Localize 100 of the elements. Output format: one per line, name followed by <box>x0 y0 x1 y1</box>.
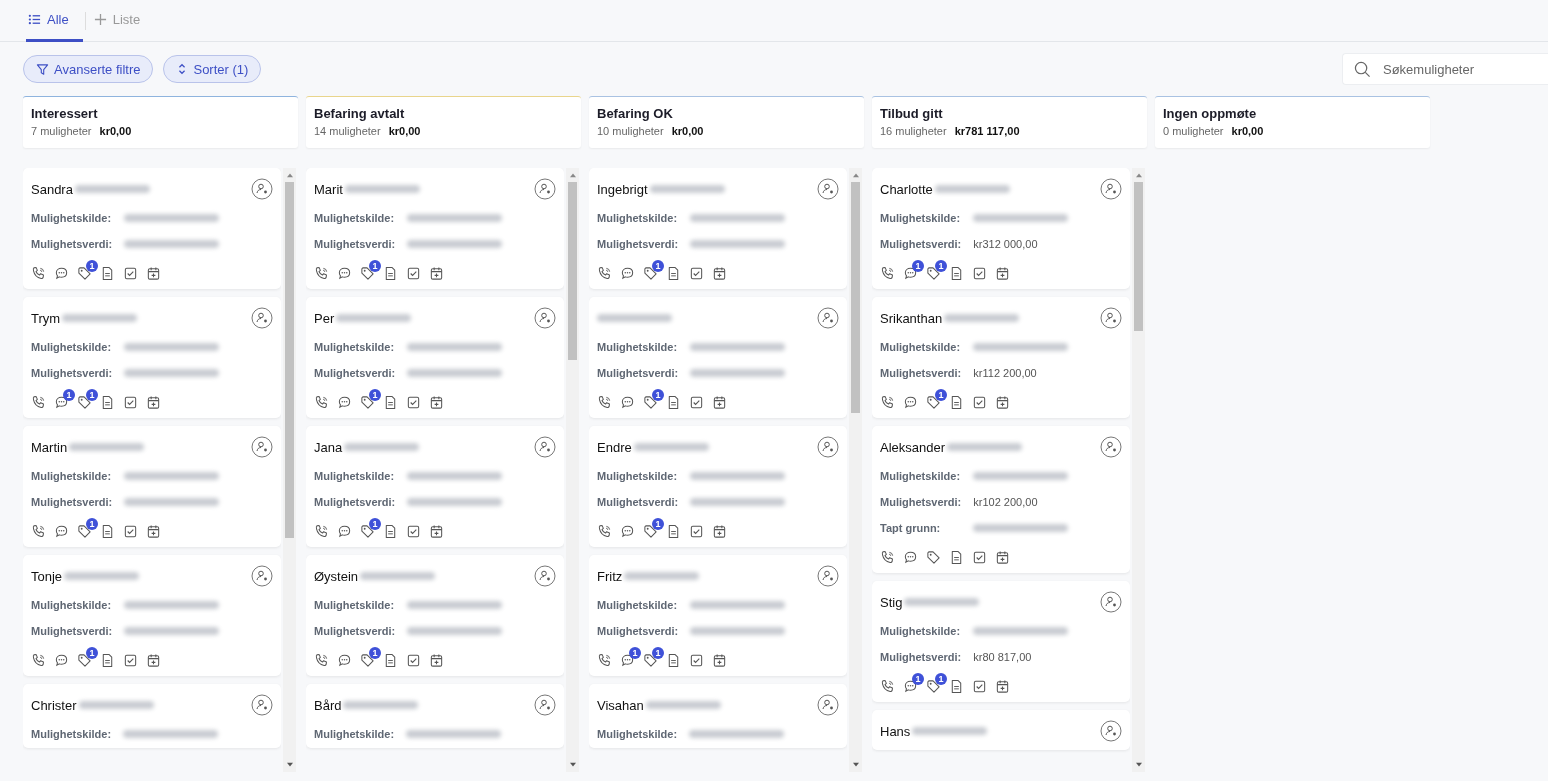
scrollbar-thumb[interactable] <box>285 182 294 538</box>
checkbox-icon[interactable] <box>406 395 421 410</box>
person-icon[interactable] <box>251 694 273 716</box>
phone-icon[interactable] <box>314 395 329 410</box>
phone-icon[interactable] <box>880 395 895 410</box>
tag-icon[interactable] <box>77 653 92 668</box>
scroll-up-icon[interactable] <box>851 172 860 178</box>
phone-icon[interactable] <box>31 524 46 539</box>
chat-icon[interactable] <box>903 550 918 565</box>
person-icon[interactable] <box>1100 307 1122 329</box>
phone-icon[interactable] <box>880 266 895 281</box>
tag-icon[interactable] <box>360 266 375 281</box>
document-icon[interactable] <box>100 653 115 668</box>
search-field[interactable]: Søkemuligheter <box>1342 53 1548 85</box>
person-icon[interactable] <box>534 694 556 716</box>
opportunity-card[interactable]: Christer Mulighetskilde: <box>23 684 281 748</box>
document-icon[interactable] <box>383 524 398 539</box>
phone-icon[interactable] <box>880 550 895 565</box>
scroll-down-icon[interactable] <box>568 762 577 768</box>
calendar-icon[interactable] <box>429 395 444 410</box>
calendar-icon[interactable] <box>712 395 727 410</box>
document-icon[interactable] <box>949 550 964 565</box>
document-icon[interactable] <box>666 266 681 281</box>
checkbox-icon[interactable] <box>406 653 421 668</box>
checkbox-icon[interactable] <box>123 524 138 539</box>
chat-icon[interactable] <box>54 653 69 668</box>
chat-icon[interactable] <box>903 395 918 410</box>
person-icon[interactable] <box>534 178 556 200</box>
calendar-icon[interactable] <box>712 653 727 668</box>
person-icon[interactable] <box>251 436 273 458</box>
opportunity-card[interactable]: Øystein Mulighetskilde: Mulighetsverdi: 1 <box>306 555 564 676</box>
opportunity-card[interactable]: Jana Mulighetskilde: Mulighetsverdi: 1 <box>306 426 564 547</box>
chat-icon[interactable] <box>54 395 69 410</box>
checkbox-icon[interactable] <box>123 653 138 668</box>
checkbox-icon[interactable] <box>406 266 421 281</box>
tag-icon[interactable] <box>360 395 375 410</box>
calendar-icon[interactable] <box>712 524 727 539</box>
chat-icon[interactable] <box>620 524 635 539</box>
opportunity-card[interactable]: Srikanthan Mulighetskilde: Mulighetsverdi: kr112 200,00 1 <box>872 297 1130 418</box>
opportunity-card[interactable]: Tonje Mulighetskilde: Mulighetsverdi: 1 <box>23 555 281 676</box>
calendar-icon[interactable] <box>995 550 1010 565</box>
tag-icon[interactable] <box>360 524 375 539</box>
person-icon[interactable] <box>534 436 556 458</box>
phone-icon[interactable] <box>314 266 329 281</box>
document-icon[interactable] <box>383 266 398 281</box>
opportunity-card[interactable]: Visahan Mulighetskilde: <box>589 684 847 748</box>
document-icon[interactable] <box>666 524 681 539</box>
document-icon[interactable] <box>949 395 964 410</box>
tag-icon[interactable] <box>926 395 941 410</box>
calendar-icon[interactable] <box>712 266 727 281</box>
phone-icon[interactable] <box>597 653 612 668</box>
checkbox-icon[interactable] <box>972 266 987 281</box>
phone-icon[interactable] <box>314 653 329 668</box>
checkbox-icon[interactable] <box>689 524 704 539</box>
document-icon[interactable] <box>100 395 115 410</box>
chat-icon[interactable] <box>620 266 635 281</box>
calendar-icon[interactable] <box>429 653 444 668</box>
person-icon[interactable] <box>817 307 839 329</box>
document-icon[interactable] <box>666 395 681 410</box>
chat-icon[interactable] <box>620 653 635 668</box>
chat-icon[interactable] <box>337 266 352 281</box>
person-icon[interactable] <box>817 565 839 587</box>
tag-icon[interactable] <box>926 679 941 694</box>
chat-icon[interactable] <box>903 679 918 694</box>
opportunity-card[interactable]: Sandra Mulighetskilde: Mulighetsverdi: 1 <box>23 168 281 289</box>
checkbox-icon[interactable] <box>123 266 138 281</box>
tab[interactable]: Alle <box>26 0 83 42</box>
chat-icon[interactable] <box>337 653 352 668</box>
tag-icon[interactable] <box>77 266 92 281</box>
tag-icon[interactable] <box>643 266 658 281</box>
document-icon[interactable] <box>383 653 398 668</box>
opportunity-card[interactable]: Stig Mulighetskilde: Mulighetsverdi: kr80 817,00 1 1 <box>872 581 1130 702</box>
opportunity-card[interactable]: Per Mulighetskilde: Mulighetsverdi: 1 <box>306 297 564 418</box>
opportunity-card[interactable]: Endre Mulighetskilde: Mulighetsverdi: 1 <box>589 426 847 547</box>
phone-icon[interactable] <box>31 395 46 410</box>
person-icon[interactable] <box>1100 591 1122 613</box>
tag-icon[interactable] <box>926 266 941 281</box>
tag-icon[interactable] <box>643 653 658 668</box>
calendar-icon[interactable] <box>146 524 161 539</box>
checkbox-icon[interactable] <box>972 395 987 410</box>
chat-icon[interactable] <box>903 266 918 281</box>
person-icon[interactable] <box>1100 720 1122 742</box>
chat-icon[interactable] <box>54 266 69 281</box>
document-icon[interactable] <box>383 395 398 410</box>
document-icon[interactable] <box>100 524 115 539</box>
checkbox-icon[interactable] <box>972 679 987 694</box>
person-icon[interactable] <box>251 178 273 200</box>
calendar-icon[interactable] <box>995 679 1010 694</box>
scroll-up-icon[interactable] <box>1134 172 1143 178</box>
opportunity-card[interactable]: Fritz Mulighetskilde: Mulighetsverdi: 1 1 <box>589 555 847 676</box>
scroll-down-icon[interactable] <box>1134 762 1143 768</box>
checkbox-icon[interactable] <box>689 266 704 281</box>
document-icon[interactable] <box>666 653 681 668</box>
tag-icon[interactable] <box>77 524 92 539</box>
checkbox-icon[interactable] <box>972 550 987 565</box>
phone-icon[interactable] <box>597 395 612 410</box>
person-icon[interactable] <box>1100 436 1122 458</box>
opportunity-card[interactable]: Bård Mulighetskilde: <box>306 684 564 748</box>
person-icon[interactable] <box>1100 178 1122 200</box>
opportunity-card[interactable]: Hans <box>872 710 1130 750</box>
